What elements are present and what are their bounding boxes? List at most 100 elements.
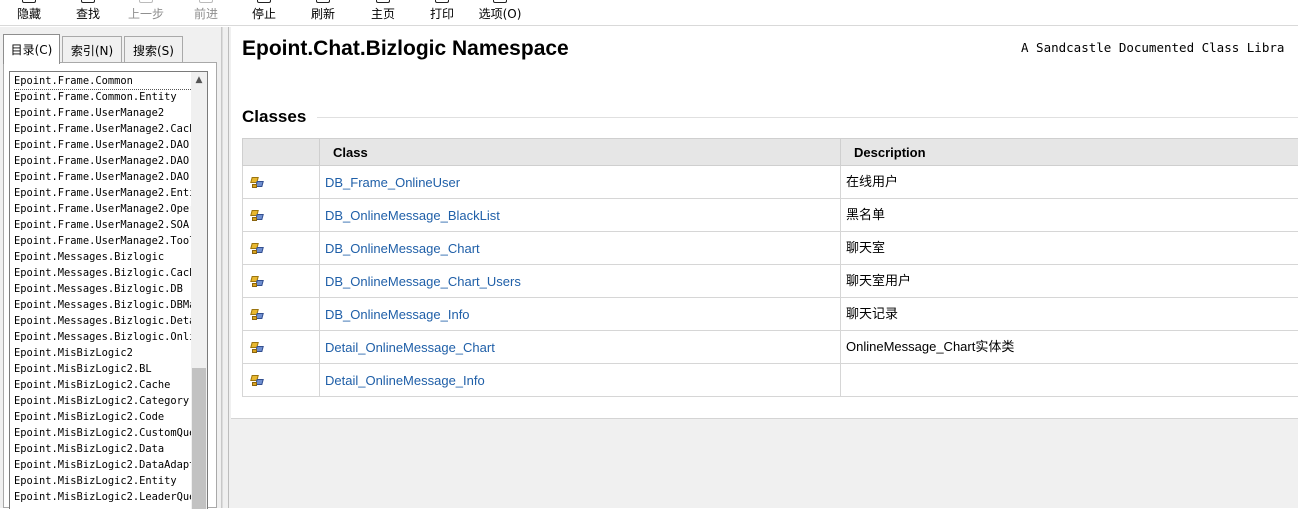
tree-item[interactable]: Epoint.MisBizLogic2.LeaderQue <box>14 489 192 505</box>
tab-contents[interactable]: 目录(C) <box>3 34 60 64</box>
find-button[interactable]: 查找 <box>73 0 103 26</box>
tree-item[interactable]: Epoint.MisBizLogic2.DataAdapt <box>14 457 192 473</box>
class-icon <box>250 176 264 190</box>
row-class-cell: DB_OnlineMessage_BlackList <box>320 199 841 232</box>
tab-search[interactable]: 搜索(S) <box>124 36 183 64</box>
class-link[interactable]: DB_OnlineMessage_BlackList <box>325 208 500 223</box>
tab-search-label: 搜索(S) <box>133 42 174 59</box>
stop-icon <box>257 0 271 3</box>
class-link[interactable]: Detail_OnlineMessage_Chart <box>325 340 495 355</box>
options-button[interactable]: 选项(O) <box>477 0 523 26</box>
class-description: 聊天记录 <box>841 298 1298 331</box>
tree-item[interactable]: Epoint.MisBizLogic2.Cache <box>14 377 192 393</box>
tree-item[interactable]: Epoint.Messages.Bizlogic.Deta <box>14 313 192 329</box>
scroll-up-arrow-icon[interactable]: ▲ <box>191 72 207 88</box>
class-description: 聊天室 <box>841 232 1298 265</box>
back-icon <box>139 0 153 3</box>
document-page: Epoint.Chat.Bizlogic Namespace A Sandcas… <box>231 27 1298 419</box>
header-class: Class <box>320 139 841 166</box>
tree-item[interactable]: Epoint.MisBizLogic2.Data <box>14 441 192 457</box>
navigation-pane: 目录(C) 索引(N) 搜索(S) Epoint.Frame.CommonEpo… <box>0 27 222 508</box>
options-icon <box>493 0 507 3</box>
print-button[interactable]: 打印 <box>427 0 457 26</box>
tree-item[interactable]: Epoint.Frame.UserManage2.Tool <box>14 233 192 249</box>
section-title-classes: Classes <box>242 107 306 127</box>
class-icon <box>250 341 264 355</box>
hide-icon <box>22 0 36 3</box>
class-icon <box>250 209 264 223</box>
table-row: Detail_OnlineMessage_Chart OnlineMessage_… <box>243 331 1298 364</box>
toolbar: 隐藏 查找 上一步 前进 停止 刷新 主页 打印 选项(O) <box>0 0 1298 26</box>
tree-item[interactable]: Epoint.Frame.UserManage2 <box>14 105 192 121</box>
page-title: Epoint.Chat.Bizlogic Namespace <box>242 37 569 61</box>
contents-tree[interactable]: Epoint.Frame.CommonEpoint.Frame.Common.E… <box>9 71 208 509</box>
class-description <box>841 364 1298 397</box>
tab-index[interactable]: 索引(N) <box>62 36 122 64</box>
tree-item[interactable]: Epoint.MisBizLogic2.BL <box>14 361 192 377</box>
row-icon-cell <box>243 199 320 232</box>
row-class-cell: DB_Frame_OnlineUser <box>320 166 841 199</box>
row-class-cell: Detail_OnlineMessage_Chart <box>320 331 841 364</box>
table-row: DB_OnlineMessage_Chart 聊天室 <box>243 232 1298 265</box>
row-class-cell: DB_OnlineMessage_Chart <box>320 232 841 265</box>
tree-item[interactable]: Epoint.MisBizLogic2 <box>14 345 192 361</box>
page-tagline: A Sandcastle Documented Class Libra <box>1021 40 1298 55</box>
tree-item[interactable]: Epoint.MisBizLogic2.Code <box>14 409 192 425</box>
hide-button-label: 隐藏 <box>17 5 41 22</box>
tree-item[interactable]: Epoint.Messages.Bizlogic.DB <box>14 281 192 297</box>
options-button-label: 选项(O) <box>479 5 522 22</box>
tree-item[interactable]: Epoint.Messages.Bizlogic.Onli <box>14 329 192 345</box>
tree-item[interactable]: Epoint.MisBizLogic2.Entity <box>14 473 192 489</box>
class-link[interactable]: DB_OnlineMessage_Info <box>325 307 470 322</box>
tree-item[interactable]: Epoint.Frame.Common <box>14 73 192 89</box>
forward-button[interactable]: 前进 <box>191 0 221 26</box>
print-icon <box>435 0 449 3</box>
class-link[interactable]: DB_OnlineMessage_Chart_Users <box>325 274 521 289</box>
tree-item[interactable]: Epoint.Messages.Bizlogic.DBMa <box>14 297 192 313</box>
row-icon-cell <box>243 232 320 265</box>
classes-table: Class Description DB_Frame_OnlineUser在线用… <box>242 138 1298 397</box>
table-header-row: Class Description <box>243 139 1298 166</box>
back-button[interactable]: 上一步 <box>126 0 166 26</box>
header-description: Description <box>841 139 1298 166</box>
tab-index-label: 索引(N) <box>71 42 113 59</box>
scroll-thumb[interactable] <box>192 368 206 509</box>
back-button-label: 上一步 <box>128 5 164 22</box>
refresh-button[interactable]: 刷新 <box>308 0 338 26</box>
tree-item[interactable]: Epoint.Frame.UserManage2.DAO.S <box>14 169 192 185</box>
class-link[interactable]: DB_Frame_OnlineUser <box>325 175 460 190</box>
row-class-cell: DB_OnlineMessage_Info <box>320 298 841 331</box>
row-class-cell: Detail_OnlineMessage_Info <box>320 364 841 397</box>
tree-item[interactable]: Epoint.Frame.Common.Entity <box>14 89 192 105</box>
class-icon <box>250 275 264 289</box>
tree-scrollbar[interactable]: ▲ <box>191 72 207 509</box>
home-button-label: 主页 <box>371 5 395 22</box>
row-icon-cell <box>243 166 320 199</box>
refresh-button-label: 刷新 <box>311 5 335 22</box>
tree-item[interactable]: Epoint.Frame.UserManage2.Enti <box>14 185 192 201</box>
tree-item[interactable]: Epoint.Frame.UserManage2.DAO.I <box>14 137 192 153</box>
table-row: DB_OnlineMessage_Chart_Users聊天室用户 <box>243 265 1298 298</box>
home-button[interactable]: 主页 <box>368 0 398 26</box>
row-icon-cell <box>243 265 320 298</box>
class-link[interactable]: Detail_OnlineMessage_Info <box>325 373 485 388</box>
class-link[interactable]: DB_OnlineMessage_Chart <box>325 241 480 256</box>
forward-button-label: 前进 <box>194 5 218 22</box>
tree-list: Epoint.Frame.CommonEpoint.Frame.Common.E… <box>14 73 192 505</box>
hide-button[interactable]: 隐藏 <box>14 0 44 26</box>
stop-button[interactable]: 停止 <box>249 0 279 26</box>
tree-item[interactable]: Epoint.Frame.UserManage2.Oper <box>14 201 192 217</box>
tree-item[interactable]: Epoint.Frame.UserManage2.DAO.I <box>14 153 192 169</box>
tree-item[interactable]: Epoint.MisBizLogic2.CustomQue <box>14 425 192 441</box>
tree-item[interactable]: Epoint.Frame.UserManage2.Cach <box>14 121 192 137</box>
class-description: OnlineMessage_Chart实体类 <box>841 331 1298 364</box>
tree-item[interactable]: Epoint.Messages.Bizlogic.Cach <box>14 265 192 281</box>
row-class-cell: DB_OnlineMessage_Chart_Users <box>320 265 841 298</box>
header-icon <box>243 139 320 166</box>
tree-item[interactable]: Epoint.Messages.Bizlogic <box>14 249 192 265</box>
forward-icon <box>199 0 213 3</box>
tree-item[interactable]: Epoint.Frame.UserManage2.SOA <box>14 217 192 233</box>
class-icon <box>250 374 264 388</box>
table-row: DB_OnlineMessage_BlackList黑名单 <box>243 199 1298 232</box>
tree-item[interactable]: Epoint.MisBizLogic2.Category <box>14 393 192 409</box>
